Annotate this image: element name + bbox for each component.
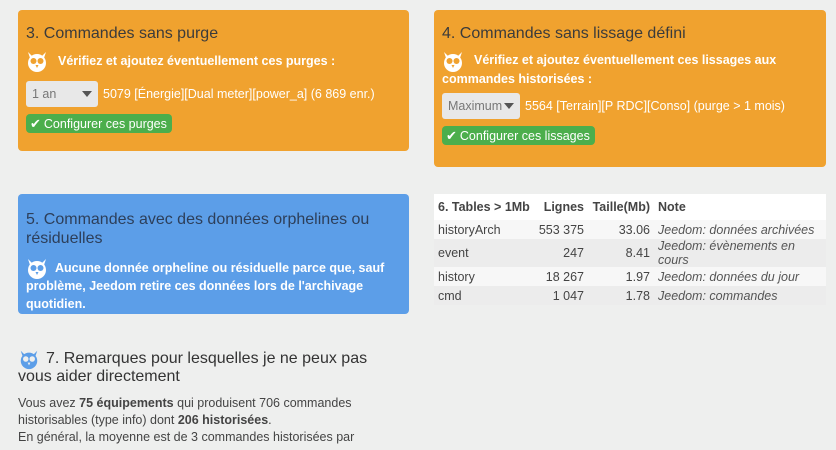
cell-lines: 18 267 — [545, 269, 584, 284]
col-header-lines: Lignes — [543, 200, 584, 214]
para-historized-count: 206 historisées — [177, 413, 269, 427]
section-paragraph: Vous avez 75 équipements qui produisent … — [18, 395, 418, 446]
cell-note: Jeedom: données du jour — [658, 269, 800, 284]
table-row: event 247 8.41 Jeedom: évènements en cou… — [434, 239, 826, 267]
card-title: 3. Commandes sans purge — [26, 25, 219, 42]
section-remarques: 7. Remarques pour lesquelles je ne peux … — [18, 348, 418, 446]
command-label: 5564 [Terrain][P RDC][Conso] (purge > 1 … — [525, 99, 785, 113]
col-header-table: 6. Tables > 1Mb — [438, 200, 530, 214]
section-title-line2: vous aider directement — [18, 368, 180, 385]
card-message: Vérifiez et ajoutez éventuellement ces l… — [474, 53, 777, 67]
cell-lines: 553 375 — [538, 222, 584, 237]
caret-down-icon — [504, 103, 514, 109]
para-equipment-count: 75 équipements — [79, 396, 174, 410]
table-row: history 18 267 1.97 Jeedom: données du j… — [434, 267, 826, 286]
caret-down-icon — [82, 91, 92, 97]
table-row: historyArch 553 375 33.06 Jeedom: donnée… — [434, 220, 826, 239]
card-message: Aucune donnée orpheline ou résiduelle pa… — [55, 261, 385, 275]
card-commandes-sans-purge: 3. Commandes sans purge Vérifiez et ajou… — [18, 10, 409, 151]
retention-select[interactable]: 1 an — [26, 81, 98, 107]
cell-name: cmd — [438, 288, 462, 303]
cell-name: history — [438, 269, 475, 284]
cell-size: 1.97 — [625, 269, 650, 284]
table-row: cmd 1 047 1.78 Jeedom: commandes — [434, 286, 826, 305]
cell-size: 1.78 — [625, 288, 650, 303]
card-title: 4. Commandes sans lissage défini — [442, 25, 686, 42]
cell-lines: 247 — [563, 246, 584, 260]
table-header-row: 6. Tables > 1Mb Lignes Taille(Mb) Note — [434, 194, 826, 220]
command-row: Maximum 5564 [Terrain][P RDC][Conso] (pu… — [442, 93, 818, 119]
cell-note: Jeedom: évènements en cours — [658, 239, 795, 267]
card-message: Vérifiez et ajoutez éventuellement ces p… — [58, 54, 336, 68]
card-message-cont: commandes historisées : — [442, 72, 593, 86]
configure-smoothing-button[interactable]: ✔ Configurer ces lissages — [442, 126, 595, 145]
col-header-size: Taille(Mb) — [592, 200, 650, 214]
cell-size: 8.41 — [625, 246, 650, 260]
card-commandes-sans-lissage: 4. Commandes sans lissage défini Vérifie… — [434, 10, 826, 167]
para-text: . — [268, 413, 272, 427]
para-text: qui produisent 706 commandes — [173, 396, 352, 410]
cell-note: Jeedom: données archivées — [658, 222, 815, 237]
para-text: historisables (type info) dont — [18, 413, 178, 427]
select-value: 1 an — [32, 87, 57, 101]
command-label: 5079 [Énergie][Dual meter][power_a] (6 8… — [103, 87, 375, 101]
section-title-line1: 7. Remarques pour lesquelles je ne peux … — [46, 350, 368, 367]
button-label: Configurer ces purges — [43, 116, 167, 131]
cell-size: 33.06 — [618, 222, 650, 237]
cell-name: event — [438, 246, 469, 260]
tables-size-table: 6. Tables > 1Mb Lignes Taille(Mb) Note h… — [434, 194, 826, 305]
configure-purges-button[interactable]: ✔ Configurer ces purges — [26, 114, 172, 133]
check-icon: ✔ — [446, 127, 457, 143]
cell-lines: 1 047 — [552, 288, 584, 303]
cell-note: Jeedom: commandes — [658, 288, 778, 303]
message-row: Vérifiez et ajoutez éventuellement ces p… — [26, 49, 401, 73]
card-title: 5. Commandes avec des données orphelines… — [26, 210, 401, 248]
card-title-line2: résiduelles — [26, 230, 103, 247]
cell-name: historyArch — [438, 222, 501, 237]
card-title-line1: 5. Commandes avec des données orphelines… — [26, 211, 370, 228]
button-label: Configurer ces lissages — [459, 128, 590, 143]
para-text: Vous avez — [18, 396, 80, 410]
smoothing-select[interactable]: Maximum — [442, 93, 520, 119]
owl-icon — [28, 52, 46, 72]
section-title: 7. Remarques pour lesquelles je ne peux … — [18, 348, 418, 387]
card-message-cont: problème, Jeedom retire ces données lors… — [26, 279, 364, 311]
check-icon: ✔ — [30, 115, 41, 131]
command-row: 1 an 5079 [Énergie][Dual meter][power_a]… — [26, 81, 401, 107]
col-header-note: Note — [658, 200, 686, 214]
card-donnees-orphelines: 5. Commandes avec des données orphelines… — [18, 194, 409, 314]
select-value: Maximum — [448, 99, 503, 113]
para-text: En général, la moyenne est de 3 commande… — [18, 430, 355, 444]
